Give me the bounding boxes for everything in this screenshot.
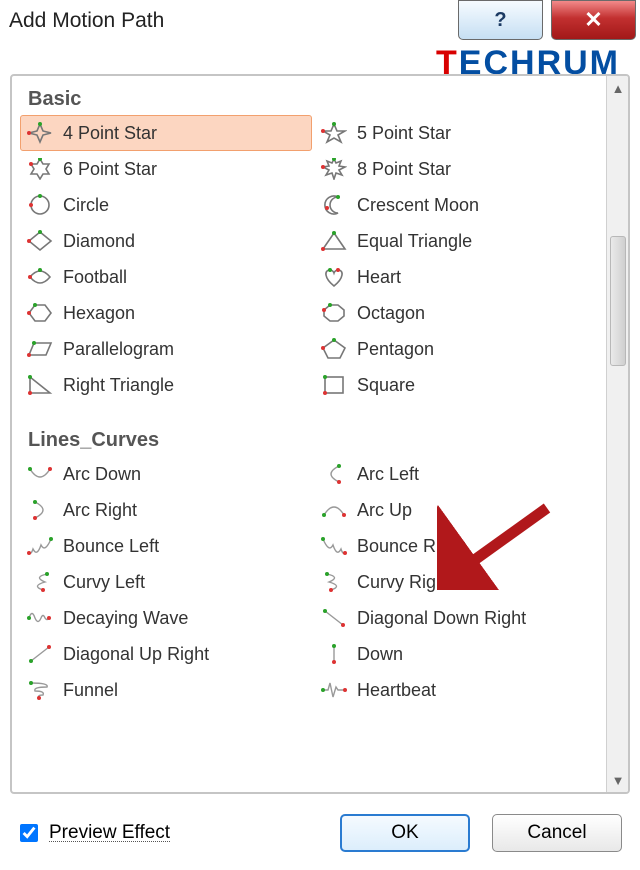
- path-item-square[interactable]: Square: [314, 367, 606, 403]
- path-item-down[interactable]: Down: [314, 636, 606, 672]
- arc-left-icon: [321, 463, 347, 485]
- hexagon-icon: [27, 302, 53, 324]
- arc-up-icon: [321, 499, 347, 521]
- path-list: Basic 4 Point Star 5 Point Star 6 Point …: [12, 76, 606, 792]
- path-item-pentagon[interactable]: Pentagon: [314, 331, 606, 367]
- scroll-thumb[interactable]: [610, 236, 626, 366]
- right-triangle-icon: [27, 374, 53, 396]
- down-icon: [321, 643, 347, 665]
- path-item-right-triangle[interactable]: Right Triangle: [20, 367, 312, 403]
- football-icon: [27, 266, 53, 288]
- pentagon-icon: [321, 338, 347, 360]
- decaying-wave-icon: [27, 607, 53, 629]
- crescent-icon: [321, 194, 347, 216]
- close-button[interactable]: ✕: [551, 0, 636, 40]
- preview-effect-input[interactable]: [20, 824, 38, 842]
- path-item-diagonal-down-right[interactable]: Diagonal Down Right: [314, 600, 606, 636]
- path-item-arc-left[interactable]: Arc Left: [314, 456, 606, 492]
- path-item-heartbeat[interactable]: Heartbeat: [314, 672, 606, 708]
- dialog-title: Add Motion Path: [9, 9, 164, 33]
- cancel-button[interactable]: Cancel: [492, 814, 622, 852]
- help-button[interactable]: ?: [458, 0, 543, 40]
- path-item-octagon[interactable]: Octagon: [314, 295, 606, 331]
- octagon-icon: [321, 302, 347, 324]
- star4-icon: [27, 122, 53, 144]
- path-item-4-point-star[interactable]: 4 Point Star: [20, 115, 312, 151]
- path-item-heart[interactable]: Heart: [314, 259, 606, 295]
- path-item-circle[interactable]: Circle: [20, 187, 312, 223]
- scroll-down-arrow-icon[interactable]: ▼: [607, 768, 629, 792]
- path-item-diamond[interactable]: Diamond: [20, 223, 312, 259]
- curvy-right-icon: [321, 571, 347, 593]
- diamond-icon: [27, 230, 53, 252]
- star5-icon: [321, 122, 347, 144]
- star8-icon: [321, 158, 347, 180]
- path-item-arc-right[interactable]: Arc Right: [20, 492, 312, 528]
- path-item-arc-up[interactable]: Arc Up: [314, 492, 606, 528]
- square-icon: [321, 374, 347, 396]
- path-item-6-point-star[interactable]: 6 Point Star: [20, 151, 312, 187]
- ok-button[interactable]: OK: [340, 814, 470, 852]
- path-item-hexagon[interactable]: Hexagon: [20, 295, 312, 331]
- group-header-basic: Basic: [20, 80, 606, 115]
- path-item-equal-triangle[interactable]: Equal Triangle: [314, 223, 606, 259]
- path-item-crescent-moon[interactable]: Crescent Moon: [314, 187, 606, 223]
- group-header-lines-curves: Lines_Curves: [20, 421, 606, 456]
- path-item-diagonal-up-right[interactable]: Diagonal Up Right: [20, 636, 312, 672]
- path-item-bounce-right[interactable]: Bounce Right: [314, 528, 606, 564]
- diagonal-down-right-icon: [321, 607, 347, 629]
- star6-icon: [27, 158, 53, 180]
- bounce-left-icon: [27, 535, 53, 557]
- curvy-left-icon: [27, 571, 53, 593]
- path-item-curvy-left[interactable]: Curvy Left: [20, 564, 312, 600]
- path-item-decaying-wave[interactable]: Decaying Wave: [20, 600, 312, 636]
- path-item-parallelogram[interactable]: Parallelogram: [20, 331, 312, 367]
- circle-icon: [27, 194, 53, 216]
- arc-right-icon: [27, 499, 53, 521]
- path-item-curvy-right[interactable]: Curvy Right: [314, 564, 606, 600]
- diagonal-up-right-icon: [27, 643, 53, 665]
- preview-effect-checkbox[interactable]: Preview Effect: [10, 821, 170, 845]
- path-item-arc-down[interactable]: Arc Down: [20, 456, 312, 492]
- path-item-football[interactable]: Football: [20, 259, 312, 295]
- heart-icon: [321, 266, 347, 288]
- path-item-8-point-star[interactable]: 8 Point Star: [314, 151, 606, 187]
- funnel-icon: [27, 679, 53, 701]
- path-item-5-point-star[interactable]: 5 Point Star: [314, 115, 606, 151]
- parallelogram-icon: [27, 338, 53, 360]
- heartbeat-icon: [321, 679, 347, 701]
- arc-down-icon: [27, 463, 53, 485]
- scroll-up-arrow-icon[interactable]: ▲: [607, 76, 629, 100]
- triangle-icon: [321, 230, 347, 252]
- dialog-body: Basic 4 Point Star 5 Point Star 6 Point …: [10, 74, 630, 794]
- bounce-right-icon: [321, 535, 347, 557]
- path-item-funnel[interactable]: Funnel: [20, 672, 312, 708]
- vertical-scrollbar[interactable]: ▲ ▼: [606, 76, 628, 792]
- path-item-bounce-left[interactable]: Bounce Left: [20, 528, 312, 564]
